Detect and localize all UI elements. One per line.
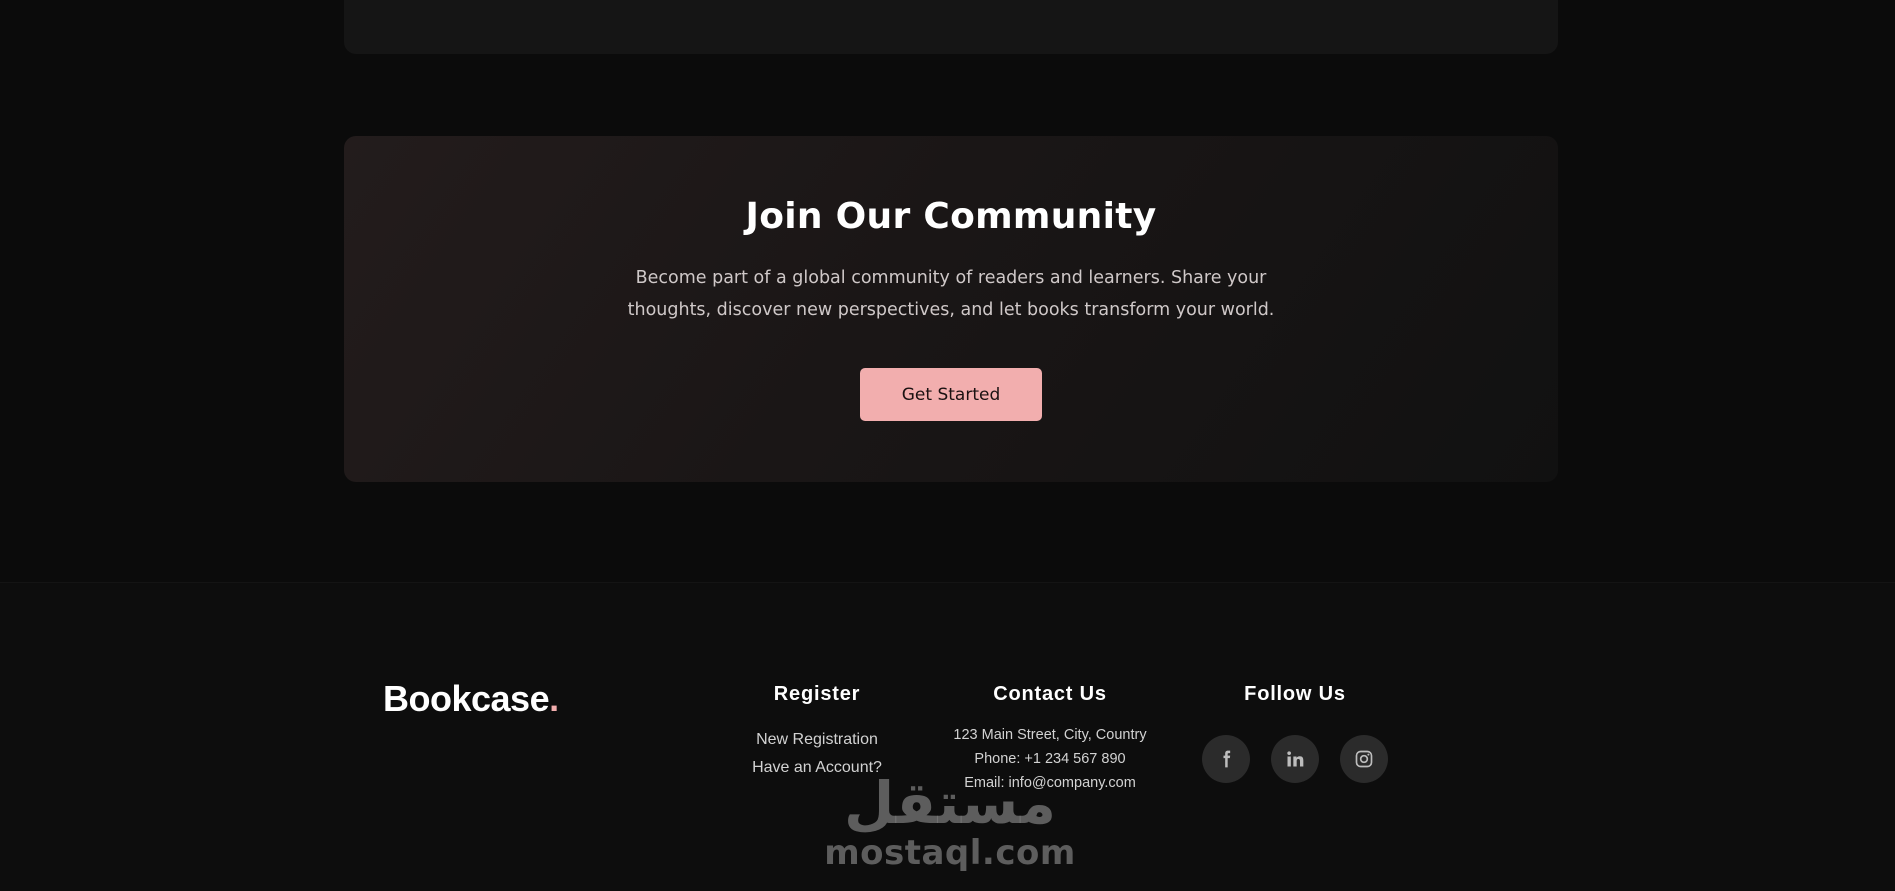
linkedin-icon bbox=[1287, 751, 1304, 767]
logo-text: Bookcase bbox=[383, 678, 550, 719]
contact-phone: Phone: +1 234 567 890 bbox=[974, 751, 1126, 767]
page: Join Our Community Become part of a glob… bbox=[0, 0, 1895, 891]
community-description: Become part of a global community of rea… bbox=[627, 268, 1275, 320]
follow-heading: Follow Us bbox=[1244, 683, 1346, 705]
get-started-button[interactable]: Get Started bbox=[860, 368, 1042, 421]
linkedin-button[interactable] bbox=[1271, 735, 1319, 783]
facebook-icon bbox=[1223, 750, 1231, 768]
instagram-button[interactable] bbox=[1340, 735, 1388, 783]
community-section: Join Our Community Become part of a glob… bbox=[344, 136, 1558, 482]
watermark: مستقل mostaql.com bbox=[820, 772, 1080, 872]
instagram-icon bbox=[1355, 750, 1373, 768]
facebook-button[interactable] bbox=[1202, 735, 1250, 783]
content-card-top bbox=[344, 0, 1558, 54]
contact-address: 123 Main Street, City, Country bbox=[953, 727, 1147, 743]
watermark-arabic: مستقل bbox=[843, 769, 1057, 837]
new-registration-link[interactable]: New Registration bbox=[717, 731, 917, 749]
community-title: Join Our Community bbox=[745, 196, 1157, 237]
footer-logo[interactable]: Bookcase. bbox=[383, 678, 559, 720]
logo-dot: . bbox=[549, 678, 559, 719]
register-heading: Register bbox=[773, 683, 861, 705]
watermark-latin: mostaql.com bbox=[824, 833, 1076, 873]
